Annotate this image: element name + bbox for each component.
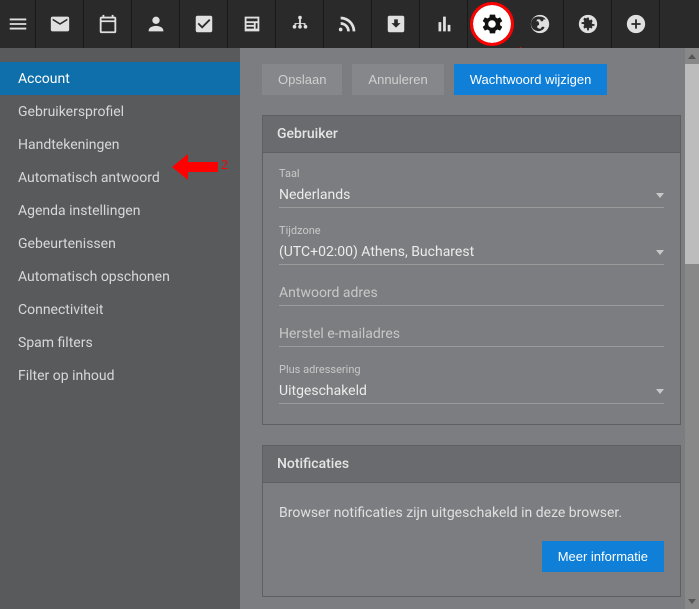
user-panel-title: Gebruiker (263, 116, 680, 153)
timezone-label: Tijdzone (279, 224, 664, 237)
sidebar-item-connectivity[interactable]: Connectiviteit (0, 293, 240, 326)
language-select[interactable]: Nederlands (279, 183, 664, 208)
sidebar-item-events[interactable]: Gebeurtenissen (0, 227, 240, 260)
annotation-label-2: 2 (221, 158, 228, 174)
reply-address-placeholder: Antwoord adres (279, 285, 378, 301)
language-value: Nederlands (279, 187, 350, 203)
sidebar-item-content-filter[interactable]: Filter op inhoud (0, 359, 240, 392)
scrollbar[interactable] (685, 48, 699, 609)
plus-addressing-label: Plus adressering (279, 363, 664, 376)
scrollbar-down-icon[interactable] (685, 593, 699, 609)
sidebar-item-label: Automatisch opschonen (18, 269, 170, 285)
sidebar-item-account[interactable]: Account (0, 62, 240, 95)
mail-icon[interactable] (36, 0, 84, 48)
main-content: Opslaan Annuleren Wachtwoord wijzigen Ge… (240, 48, 699, 609)
chevron-down-icon (656, 389, 664, 394)
save-button[interactable]: Opslaan (262, 64, 342, 95)
org-icon[interactable] (276, 0, 324, 48)
sidebar-item-label: Account (18, 71, 70, 87)
check-icon[interactable] (180, 0, 228, 48)
news-icon[interactable] (228, 0, 276, 48)
sidebar-item-label: Connectiviteit (18, 302, 103, 318)
timezone-value: (UTC+02:00) Athens, Bucharest (279, 244, 474, 260)
recovery-email-placeholder: Herstel e-mailadres (279, 326, 400, 342)
change-password-button[interactable]: Wachtwoord wijzigen (454, 64, 608, 95)
sidebar-item-label: Agenda instellingen (18, 203, 140, 219)
sidebar-item-calendar[interactable]: Agenda instellingen (0, 194, 240, 227)
calendar-icon[interactable] (84, 0, 132, 48)
scrollbar-thumb[interactable] (685, 64, 699, 264)
globe-settings-icon[interactable] (516, 0, 564, 48)
sidebar: Account Gebruikersprofiel Handtekeningen… (0, 48, 240, 609)
notifications-panel: Notificaties Browser notificaties zijn u… (262, 445, 681, 597)
notifications-text: Browser notificaties zijn uitgeschakeld … (279, 505, 664, 521)
settings-icon[interactable] (473, 5, 511, 43)
notifications-panel-title: Notificaties (263, 446, 680, 483)
person-icon[interactable] (132, 0, 180, 48)
cancel-button[interactable]: Annuleren (352, 64, 443, 95)
sidebar-item-label: Handtekeningen (18, 137, 120, 153)
sidebar-item-label: Automatisch antwoord (18, 170, 160, 186)
admin-settings-icon[interactable] (564, 0, 612, 48)
sidebar-item-label: Gebeurtenissen (18, 236, 116, 252)
chevron-down-icon (656, 250, 664, 255)
chevron-down-icon (656, 193, 664, 198)
scrollbar-up-icon[interactable] (685, 48, 699, 64)
reply-address-input[interactable]: Antwoord adres (279, 281, 664, 306)
rss-icon[interactable] (324, 0, 372, 48)
sidebar-item-spam[interactable]: Spam filters (0, 326, 240, 359)
sidebar-item-label: Spam filters (18, 335, 93, 351)
plus-addressing-select[interactable]: Uitgeschakeld (279, 379, 664, 404)
sidebar-item-auto-clean[interactable]: Automatisch opschonen (0, 260, 240, 293)
sidebar-item-label: Gebruikersprofiel (18, 104, 124, 120)
language-label: Taal (279, 167, 664, 180)
stats-icon[interactable] (420, 0, 468, 48)
plus-addressing-value: Uitgeschakeld (279, 383, 367, 399)
download-icon[interactable] (372, 0, 420, 48)
sidebar-item-label: Filter op inhoud (18, 368, 115, 384)
timezone-select[interactable]: (UTC+02:00) Athens, Bucharest (279, 240, 664, 265)
topbar (0, 0, 699, 48)
add-icon[interactable] (612, 0, 660, 48)
menu-icon[interactable] (0, 0, 36, 48)
recovery-email-input[interactable]: Herstel e-mailadres (279, 322, 664, 347)
annotation-arrow-2 (170, 152, 220, 186)
more-info-button[interactable]: Meer informatie (542, 541, 664, 572)
sidebar-item-profile[interactable]: Gebruikersprofiel (0, 95, 240, 128)
user-panel: Gebruiker Taal Nederlands Tijdzone (UTC+… (262, 115, 681, 425)
